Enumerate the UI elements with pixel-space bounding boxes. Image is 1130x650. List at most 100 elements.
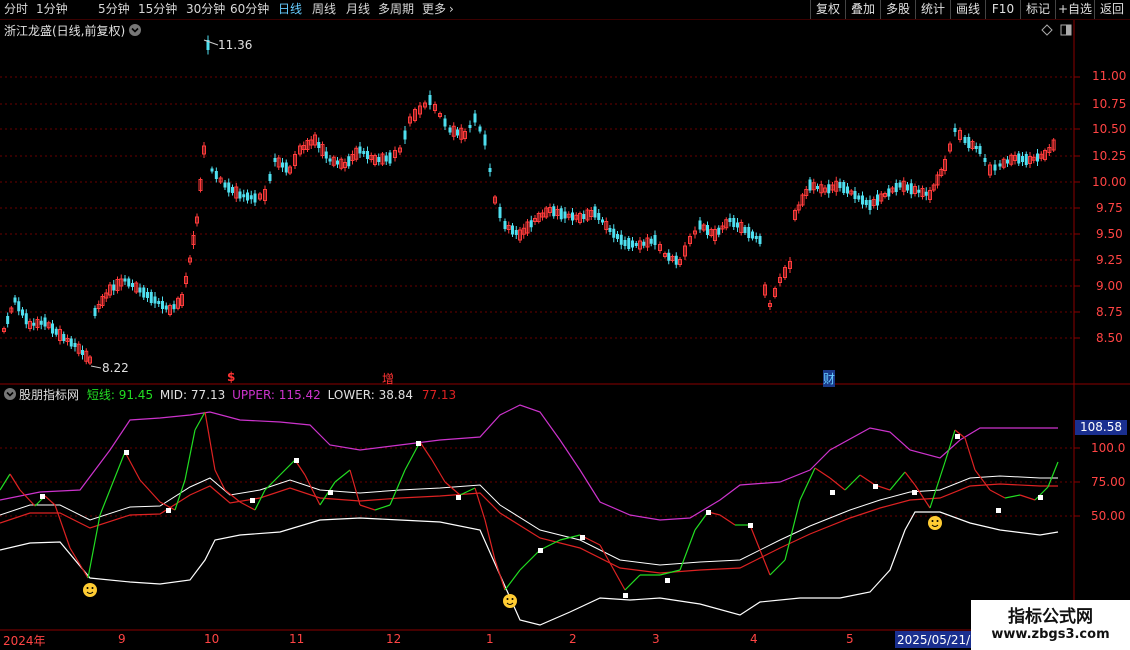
signal-square — [665, 578, 670, 583]
signal-square — [830, 490, 835, 495]
price-tick: 10.25 — [1092, 149, 1127, 163]
candle-body — [906, 184, 909, 191]
candle-body — [967, 137, 971, 148]
price-tick: 8.75 — [1096, 305, 1123, 319]
smiley-eye — [86, 587, 89, 589]
short-line-segment — [374, 504, 391, 511]
signal-square — [250, 498, 255, 503]
window-toggle-icon[interactable] — [1060, 24, 1072, 36]
short-line-segment — [989, 489, 1006, 499]
candle-body — [253, 193, 257, 203]
price-tick: 10.00 — [1092, 175, 1127, 189]
candle-body — [758, 236, 762, 244]
candle-body — [743, 227, 747, 233]
diamond-icon[interactable] — [1041, 24, 1053, 36]
candle-body — [456, 129, 459, 136]
candle-body — [69, 338, 73, 347]
candle-body — [146, 292, 149, 298]
short-line-segment — [504, 569, 521, 591]
candle-body — [601, 219, 604, 223]
candle-body — [138, 287, 142, 293]
candle-body — [571, 212, 574, 221]
short-line-segment — [929, 461, 946, 509]
chart-canvas[interactable] — [0, 0, 1130, 650]
dividend-marker[interactable]: $ — [227, 370, 235, 384]
stock-title: 浙江龙盛(日线,前复权) — [4, 24, 126, 38]
chevron-down-icon[interactable] — [128, 23, 142, 37]
candle-body — [736, 222, 739, 228]
short-line-segment — [194, 411, 206, 431]
candle-body — [164, 305, 168, 310]
candle-body — [717, 227, 721, 235]
candle-body — [153, 296, 157, 304]
share-increase-marker[interactable]: 增 — [382, 370, 394, 387]
smiley-eye — [511, 598, 514, 600]
short-line-segment — [829, 477, 846, 491]
candle-body — [816, 186, 819, 189]
candle-body — [223, 182, 227, 188]
candle-body — [853, 191, 857, 199]
candle-body — [706, 225, 709, 235]
candle-body — [142, 287, 146, 298]
candle-body — [649, 238, 653, 244]
signal-square — [580, 535, 585, 540]
signal-square — [124, 450, 129, 455]
candle-body — [754, 236, 758, 239]
short-line-segment — [1019, 494, 1036, 501]
short-line-segment — [859, 474, 876, 486]
candle-body — [511, 225, 514, 235]
candle-body — [498, 207, 502, 218]
lower-band-line — [0, 511, 1059, 626]
candle-body — [149, 292, 153, 303]
short-line-segment — [749, 524, 761, 551]
candle-body — [653, 235, 657, 245]
candle-body — [428, 95, 432, 105]
signal-square — [873, 484, 878, 489]
mid-label: MID: — [159, 388, 188, 402]
signal-square — [40, 494, 45, 499]
candle-body — [582, 214, 586, 219]
candle-body — [1017, 153, 1021, 164]
short-line-segment — [624, 574, 641, 591]
candle-body — [559, 208, 563, 220]
current-value-tag: 108.58 — [1075, 420, 1127, 435]
candle-body — [993, 164, 997, 171]
candle-body — [483, 134, 487, 146]
candle-body — [81, 350, 84, 355]
smiley-icon — [928, 516, 942, 530]
candle-body — [377, 157, 381, 162]
candle-body — [1006, 159, 1009, 164]
site-watermark: 指标公式网 www.zbgs3.com — [971, 600, 1130, 650]
candle-body — [123, 278, 127, 282]
signal-square — [706, 510, 711, 515]
short-line-segment — [904, 471, 916, 486]
short-line-segment — [87, 514, 101, 579]
candle-body — [242, 194, 246, 198]
candle-body — [246, 192, 249, 201]
financial-report-marker[interactable]: 财 — [823, 370, 836, 387]
candle-body — [43, 317, 47, 327]
short-line-segment — [389, 469, 406, 506]
indicator-tick: 75.00 — [1091, 475, 1126, 489]
candle-body — [978, 146, 982, 154]
candle-body — [112, 284, 116, 291]
date-tick: 12 — [386, 632, 402, 646]
indicator-tick: 50.00 — [1091, 509, 1126, 523]
signal-square — [623, 593, 628, 598]
short-line-segment — [69, 547, 89, 579]
short-line-label: 短线: — [86, 388, 115, 402]
smiley-eye — [936, 520, 939, 522]
candle-body — [161, 301, 164, 309]
date-tick: 1 — [486, 632, 494, 646]
candle-body — [983, 158, 987, 162]
short-line-segment — [279, 459, 296, 476]
short-line-segment — [1047, 461, 1059, 488]
chevron-down-icon[interactable] — [3, 387, 17, 401]
candle-body — [214, 171, 218, 179]
candle-body — [838, 182, 842, 188]
smiley-eye — [91, 587, 94, 589]
high-leader — [203, 39, 219, 46]
short-line-segment — [484, 519, 496, 561]
candle-body — [631, 240, 634, 248]
candle-body — [6, 316, 10, 324]
